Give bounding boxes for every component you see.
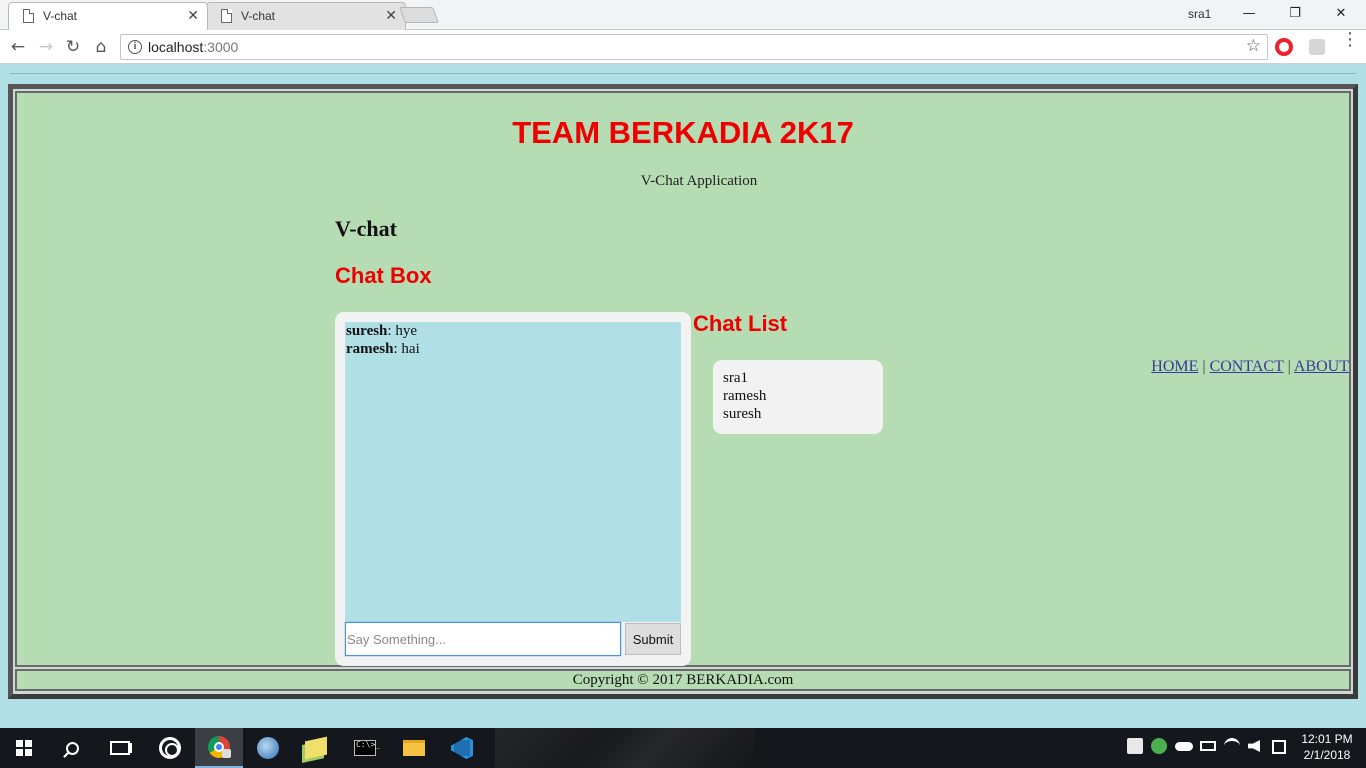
- forward-button[interactable]: →: [34, 35, 58, 59]
- window-count-badge: [222, 749, 231, 758]
- wifi-icon[interactable]: [1224, 738, 1240, 754]
- message-text: : hye: [387, 323, 417, 339]
- sticky-notes-icon: [305, 736, 327, 760]
- taskbar-thunderbird[interactable]: [244, 728, 292, 768]
- start-icon: [16, 740, 32, 756]
- close-tab-icon[interactable]: ✕: [385, 7, 397, 24]
- nav-separator: |: [1283, 358, 1294, 375]
- message-item: ramesh: hai: [346, 340, 681, 358]
- site-subtitle: V-Chat Application: [640, 173, 758, 189]
- user-list-item: ramesh: [723, 388, 767, 404]
- close-tab-icon[interactable]: ✕: [187, 7, 199, 24]
- tab-title: V-chat: [241, 9, 276, 23]
- browser-toolbar: ← → ↻ ⌂ i localhost:3000 ☆ ⋮: [0, 30, 1366, 64]
- home-button[interactable]: ⌂: [89, 35, 113, 59]
- clock-date: 2/1/2018: [1303, 748, 1351, 762]
- clock-time: 12:01 PM: [1301, 732, 1353, 746]
- file-explorer-icon: [403, 740, 425, 756]
- nav-link-contact[interactable]: CONTACT: [1210, 358, 1284, 375]
- url-host: localhost: [148, 39, 204, 55]
- profile-name[interactable]: sra1: [1188, 7, 1211, 21]
- taskbar-file-explorer[interactable]: [390, 728, 438, 768]
- windows-taskbar: C:\>_ 12:01 PM 2/1/2018: [0, 728, 1366, 768]
- nav-separator: |: [1198, 358, 1210, 375]
- tab-v-chat-inactive[interactable]: V-chat ✕: [206, 2, 406, 30]
- user-list-item: suresh: [723, 406, 762, 422]
- user-list-panel: sra1 ramesh suresh: [713, 360, 883, 434]
- chat-box-panel: suresh: hye ramesh: hai Submit: [335, 312, 691, 666]
- battery-icon[interactable]: [1200, 741, 1216, 751]
- tab-v-chat-active[interactable]: V-chat ✕: [8, 2, 208, 30]
- taskbar-cmd[interactable]: C:\>_: [341, 728, 389, 768]
- nav-link-home[interactable]: HOME: [1151, 358, 1198, 375]
- minimize-button[interactable]: —: [1226, 3, 1272, 25]
- nav-link-about[interactable]: ABOUT: [1294, 358, 1349, 375]
- message-input[interactable]: [345, 622, 621, 656]
- restore-button[interactable]: ❐: [1272, 3, 1318, 25]
- message-item: suresh: hye: [346, 322, 681, 340]
- submit-button[interactable]: Submit: [625, 623, 681, 655]
- reload-button[interactable]: ↻: [61, 35, 85, 59]
- search-icon: [65, 741, 79, 755]
- message-author: suresh: [346, 323, 388, 339]
- thunderbird-icon: [257, 737, 279, 759]
- page-document-icon: [221, 9, 232, 23]
- app-name-heading: V-chat: [335, 216, 397, 241]
- start-button[interactable]: [0, 728, 48, 768]
- page-frame: TEAM BERKADIA 2K17 V-Chat Application V-…: [8, 84, 1358, 699]
- opera-extension-icon[interactable]: [1275, 38, 1293, 56]
- task-view-button[interactable]: [96, 728, 144, 768]
- url-port: :3000: [203, 39, 239, 55]
- chat-box-heading: Chat Box: [335, 263, 432, 288]
- extension-icon[interactable]: [1309, 39, 1325, 55]
- taskbar-vscode[interactable]: [438, 728, 486, 768]
- taskbar-chrome[interactable]: [195, 728, 243, 768]
- utorrent-icon[interactable]: [1151, 738, 1167, 754]
- taskbar-sticky-notes[interactable]: [292, 728, 340, 768]
- address-bar[interactable]: i localhost:3000 ☆: [120, 34, 1268, 60]
- close-window-button[interactable]: ✕: [1318, 3, 1364, 25]
- taskbar-wallpaper: [495, 728, 755, 768]
- vscode-icon: [451, 737, 473, 759]
- notification-icon[interactable]: [1272, 740, 1286, 754]
- user-list-item: sra1: [723, 370, 748, 386]
- tab-title: V-chat: [43, 9, 78, 23]
- tray-app-icon[interactable]: [1127, 738, 1143, 754]
- url-text[interactable]: localhost:3000: [148, 39, 238, 55]
- message-list: suresh: hye ramesh: hai: [345, 322, 681, 622]
- chat-list-heading: Chat List: [693, 311, 788, 336]
- onedrive-icon[interactable]: [1175, 742, 1193, 751]
- cmd-icon: C:\>_: [354, 740, 380, 756]
- cortana-button[interactable]: [146, 728, 194, 768]
- main-content: TEAM BERKADIA 2K17 V-Chat Application V-…: [15, 91, 1351, 667]
- search-button[interactable]: [48, 728, 96, 768]
- back-button[interactable]: ←: [6, 35, 30, 59]
- page-top-rule: [10, 73, 1356, 74]
- site-info-icon[interactable]: i: [128, 40, 142, 54]
- site-title: TEAM BERKADIA 2K17: [512, 115, 854, 150]
- browser-menu-icon[interactable]: ⋮: [1341, 31, 1359, 49]
- cortana-icon: [159, 737, 181, 759]
- page-footer: Copyright © 2017 BERKADIA.com: [15, 669, 1351, 691]
- page-document-icon: [23, 9, 34, 23]
- browser-tab-strip: V-chat ✕ V-chat ✕ sra1 — ❐ ✕: [0, 0, 1366, 30]
- message-author: ramesh: [346, 341, 394, 357]
- site-nav: HOME | CONTACT | ABOUT: [1151, 358, 1349, 376]
- message-text: : hai: [393, 341, 420, 357]
- new-tab-button[interactable]: [399, 7, 439, 23]
- volume-icon[interactable]: [1248, 740, 1260, 752]
- task-view-icon: [110, 741, 130, 755]
- taskbar-clock[interactable]: 12:01 PM 2/1/2018: [1296, 731, 1358, 763]
- bookmark-star-icon[interactable]: ☆: [1246, 36, 1261, 56]
